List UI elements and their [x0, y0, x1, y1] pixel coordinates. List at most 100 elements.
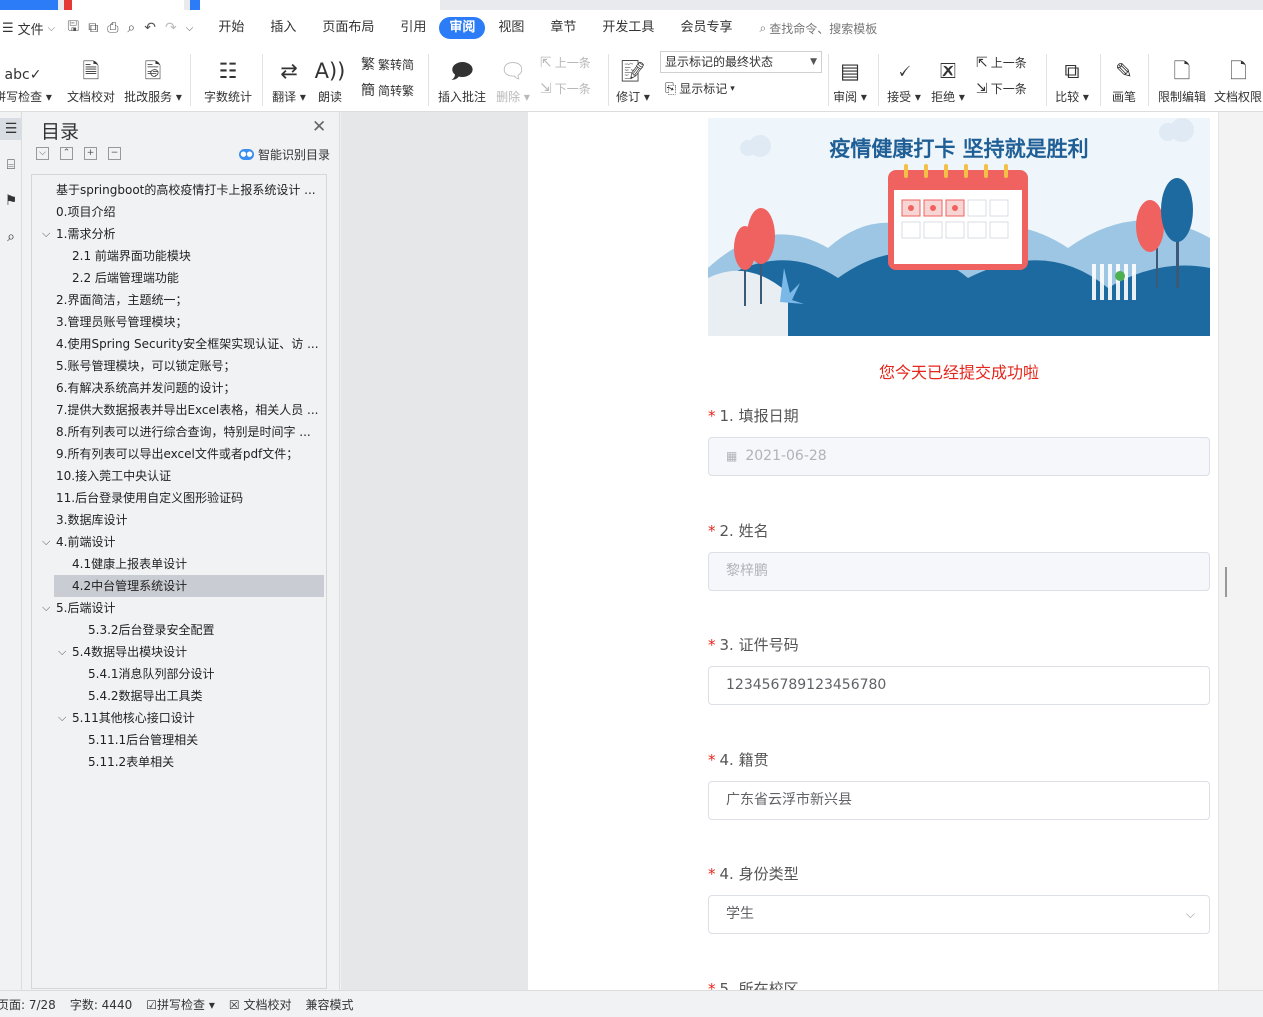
pen-button[interactable]: ✎ 画笔	[1106, 46, 1142, 112]
prev-comment-button[interactable]: ⇱ 上一条	[540, 54, 591, 71]
toc-item[interactable]: ⌵ 4.前端设计	[32, 531, 326, 553]
expand-toggle-icon[interactable]: ⌵	[42, 597, 50, 619]
compare-button[interactable]: ⧉ 比较 ▾	[1052, 46, 1092, 112]
remove-heading-icon[interactable]: −	[108, 147, 121, 160]
window-tab-1[interactable]	[0, 0, 58, 10]
delete-comment-button[interactable]: 🗨 删除 ▾	[492, 46, 534, 112]
review-pane-button[interactable]: ▤ 审阅 ▾	[830, 46, 870, 112]
toc-item-label: 7.提供大数据报表并导出Excel表格，相关人员 ...	[56, 403, 319, 417]
revise-service-button[interactable]: 🗟 批改服务 ▾	[123, 46, 183, 112]
toc-item[interactable]: ⌵ 5.4数据导出模块设计	[32, 641, 326, 663]
vertical-scrollbar[interactable]	[1219, 112, 1263, 990]
toc-item[interactable]: 5.11.1后台管理相关	[32, 729, 326, 751]
toc-item[interactable]: 4.使用Spring Security安全框架实现认证、访 ...	[32, 333, 326, 355]
read-aloud-button[interactable]: A)) 朗读	[312, 46, 348, 112]
trad-to-simp-button[interactable]: 繁繁转简	[361, 54, 414, 74]
file-menu[interactable]: ☰ 文件 ⌵	[0, 19, 61, 38]
ribbon-tab[interactable]: 开始	[205, 17, 257, 39]
toc-item[interactable]: 2.2 后端管理端功能	[32, 267, 326, 289]
chapter-panel-icon[interactable]: ⌸	[0, 154, 22, 176]
spell-check-status[interactable]: ☑拼写检查 ▾	[146, 996, 215, 1013]
toc-item[interactable]: 4.1健康上报表单设计	[32, 553, 326, 575]
expand-up-icon[interactable]: ⌃	[60, 147, 73, 160]
ribbon-tab[interactable]: 引用	[387, 17, 439, 39]
toc-item[interactable]: 5.3.2后台登录安全配置	[32, 619, 326, 641]
toc-item[interactable]: 8.所有列表可以进行综合查询，特别是时间字 ...	[32, 421, 326, 443]
word-count-button[interactable]: ☷ 字数统计	[200, 46, 256, 112]
simp-to-trad-button[interactable]: 簡简转繁	[361, 80, 414, 100]
toc-item[interactable]: 10.接入莞工中央认证	[32, 465, 326, 487]
smart-toc-button[interactable]: ●● 智能识别目录	[239, 146, 330, 163]
reject-button[interactable]: 🗷 拒绝 ▾	[928, 46, 968, 112]
form-select[interactable]: 学生 ⌵	[708, 895, 1210, 934]
toc-panel-icon[interactable]: ☰	[0, 118, 22, 140]
toc-item[interactable]: 3.管理员账号管理模块；	[32, 311, 326, 333]
customize-icon[interactable]: ⌵	[186, 23, 194, 34]
toc-item[interactable]: 5.账号管理模块，可以锁定账号；	[32, 355, 326, 377]
expand-toggle-icon[interactable]: ⌵	[42, 223, 50, 245]
toc-item[interactable]: 3.数据库设计	[32, 509, 326, 531]
page-indicator[interactable]: 页面: 7/28	[0, 996, 56, 1013]
form-input[interactable]: ▦ 2021-06-28	[708, 437, 1210, 476]
expand-toggle-icon[interactable]: ⌵	[58, 641, 66, 663]
form-input[interactable]: 黎梓鹏	[708, 551, 1210, 591]
markup-state-select[interactable]: 显示标记的最终状态 ▼	[660, 51, 822, 73]
toc-item[interactable]: 2.界面简洁，主题统一；	[32, 289, 326, 311]
ribbon-tab[interactable]: 视图	[485, 17, 537, 39]
prev-change-button[interactable]: ⇱ 上一条	[976, 54, 1027, 71]
status-bar: 页面: 7/28 字数: 4440 ☑拼写检查 ▾ ☒ 文档校对 兼容模式	[0, 990, 1263, 1017]
form-input[interactable]: 123456789123456780	[708, 666, 1210, 705]
toc-item[interactable]: 9.所有列表可以导出excel文件或者pdf文件；	[32, 443, 326, 465]
ribbon-tab[interactable]: 审阅	[439, 17, 486, 39]
toc-item[interactable]: 5.4.1消息队列部分设计	[32, 663, 326, 685]
ribbon-tab[interactable]: 章节	[537, 17, 589, 39]
restrict-edit-button[interactable]: 🗋 限制编辑	[1154, 46, 1210, 112]
show-markup-button[interactable]: ⎘ 显示标记 ▾	[665, 80, 735, 97]
expand-toggle-icon[interactable]: ⌵	[42, 531, 50, 553]
toc-item[interactable]: 7.提供大数据报表并导出Excel表格，相关人员 ...	[32, 399, 326, 421]
toc-item[interactable]: 6.有解决系统高并发问题的设计；	[32, 377, 326, 399]
toc-item[interactable]: 11.后台登录使用自定义图形验证码	[32, 487, 326, 509]
scrollbar-thumb[interactable]	[1225, 567, 1227, 597]
spell-check-button[interactable]: abc✓ 拼写检查 ▾	[0, 46, 52, 112]
save-icon[interactable]: 🖫	[67, 16, 79, 40]
preview-icon[interactable]: ⌕	[127, 20, 135, 36]
print-icon[interactable]: ⎙	[107, 20, 118, 36]
ribbon-tab[interactable]: 页面布局	[309, 17, 387, 39]
insert-comment-button[interactable]: 🗩 插入批注	[434, 46, 490, 112]
ribbon-tab[interactable]: 插入	[257, 17, 309, 39]
undo-icon[interactable]: ↶	[144, 20, 156, 36]
next-comment-button[interactable]: ⇲ 下一条	[540, 80, 591, 97]
translate-button[interactable]: ⇄ 翻译 ▾	[268, 46, 310, 112]
window-tab-2[interactable]	[64, 0, 184, 10]
redo-icon[interactable]: ↷	[165, 20, 177, 36]
expand-toggle-icon[interactable]: ⌵	[58, 707, 66, 729]
doc-proof-button[interactable]: 🗎 文档校对	[63, 46, 119, 112]
bookmark-icon[interactable]: ⚑	[0, 190, 22, 212]
toc-item[interactable]: ⌵ 5.后端设计	[32, 597, 326, 619]
toc-item[interactable]: 4.2中台管理系统设计	[54, 575, 324, 597]
track-changes-button[interactable]: 📝︎ 修订 ▾	[614, 46, 652, 112]
command-search[interactable]: ⌕ 查找命令、搜索模板	[759, 20, 877, 37]
toc-item[interactable]: ⌵ 1.需求分析	[32, 223, 326, 245]
accept-button[interactable]: 🗸 接受 ▾	[884, 46, 924, 112]
add-heading-icon[interactable]: +	[84, 147, 97, 160]
toc-item[interactable]: ⌵ 5.11其他核心接口设计	[32, 707, 326, 729]
close-icon[interactable]: ✕	[312, 117, 326, 137]
collapse-all-icon[interactable]: ⌵	[36, 147, 49, 160]
ribbon-tab[interactable]: 会员专享	[667, 17, 745, 39]
export-icon[interactable]: ⧉	[88, 20, 98, 36]
toc-item[interactable]: 5.4.2数据导出工具类	[32, 685, 326, 707]
word-count-indicator[interactable]: 字数: 4440	[70, 996, 132, 1013]
toc-item[interactable]: 基于springboot的高校疫情打卡上报系统设计 ...	[32, 179, 326, 201]
doc-permission-button[interactable]: 🗋 文档权限	[1214, 46, 1263, 112]
toc-item[interactable]: 2.1 前端界面功能模块	[32, 245, 326, 267]
find-icon[interactable]: ⌕	[0, 226, 22, 248]
form-input[interactable]: 广东省云浮市新兴县	[708, 780, 1210, 820]
next-change-button[interactable]: ⇲ 下一条	[976, 80, 1027, 97]
toc-item[interactable]: 0.项目介绍	[32, 201, 326, 223]
doc-proof-status[interactable]: ☒ 文档校对	[229, 996, 292, 1013]
ribbon-tab[interactable]: 开发工具	[589, 17, 667, 39]
window-tab-3[interactable]	[190, 0, 440, 10]
toc-item[interactable]: 5.11.2表单相关	[32, 751, 326, 773]
